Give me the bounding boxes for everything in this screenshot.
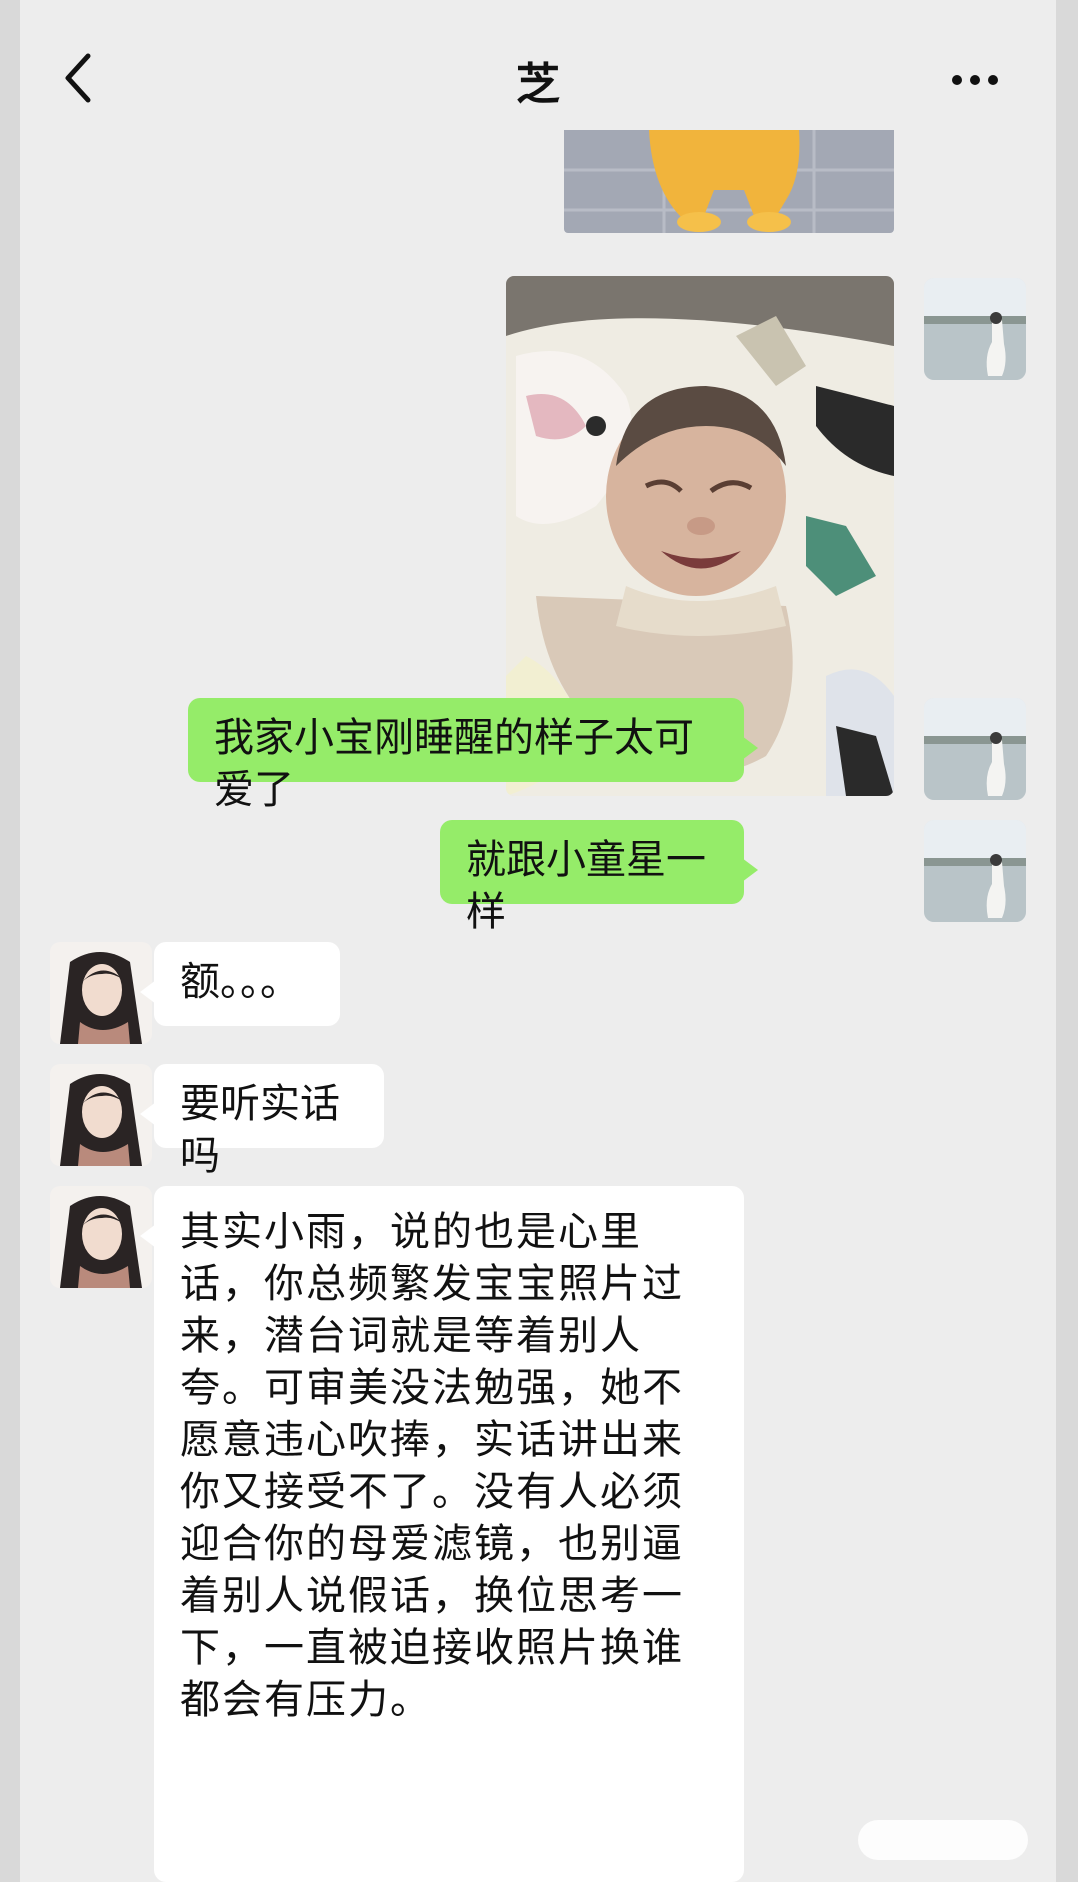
my-avatar[interactable] [924, 820, 1026, 922]
message-text: 我家小宝刚睡醒的样子太可爱了 [214, 715, 694, 813]
contact-message-bubble[interactable]: 额。。。 [140, 942, 340, 1026]
my-message-bubble[interactable]: 就跟小童星一样 [440, 820, 758, 935]
chat-screen: 芝 我家小宝刚睡醒的样子太可爱了 就跟小童星一样 额。。。 要听实话吗 其实小雨… [20, 0, 1056, 1882]
message-text: 要听实话吗 [180, 1081, 340, 1179]
chat-title: 芝 [516, 59, 560, 110]
message-text: 额。。。 [180, 959, 300, 1005]
contact-avatar[interactable] [50, 942, 152, 1044]
contact-avatar[interactable] [50, 1064, 152, 1166]
contact-message-bubble[interactable]: 要听实话吗 [140, 1064, 384, 1179]
contact-message-bubble[interactable]: 其实小雨，说的也是心里话，你总频繁发宝宝照片过来，潜台词就是等着别人夸。可审美没… [140, 1186, 744, 1882]
message-text: 其实小雨，说的也是心里话，你总频繁发宝宝照片过来，潜台词就是等着别人夸。可审美没… [180, 1209, 684, 1723]
chat-header: 芝 [20, 0, 1056, 130]
message-text: 就跟小童星一样 [466, 837, 706, 935]
watermark [858, 1820, 1028, 1860]
my-avatar[interactable] [924, 698, 1026, 800]
contact-avatar[interactable] [50, 1186, 152, 1288]
my-message-bubble[interactable]: 我家小宝刚睡醒的样子太可爱了 [188, 698, 758, 813]
my-avatar[interactable] [924, 278, 1026, 380]
more-dots-icon[interactable] [952, 70, 1012, 85]
partial-photo[interactable] [564, 130, 894, 233]
